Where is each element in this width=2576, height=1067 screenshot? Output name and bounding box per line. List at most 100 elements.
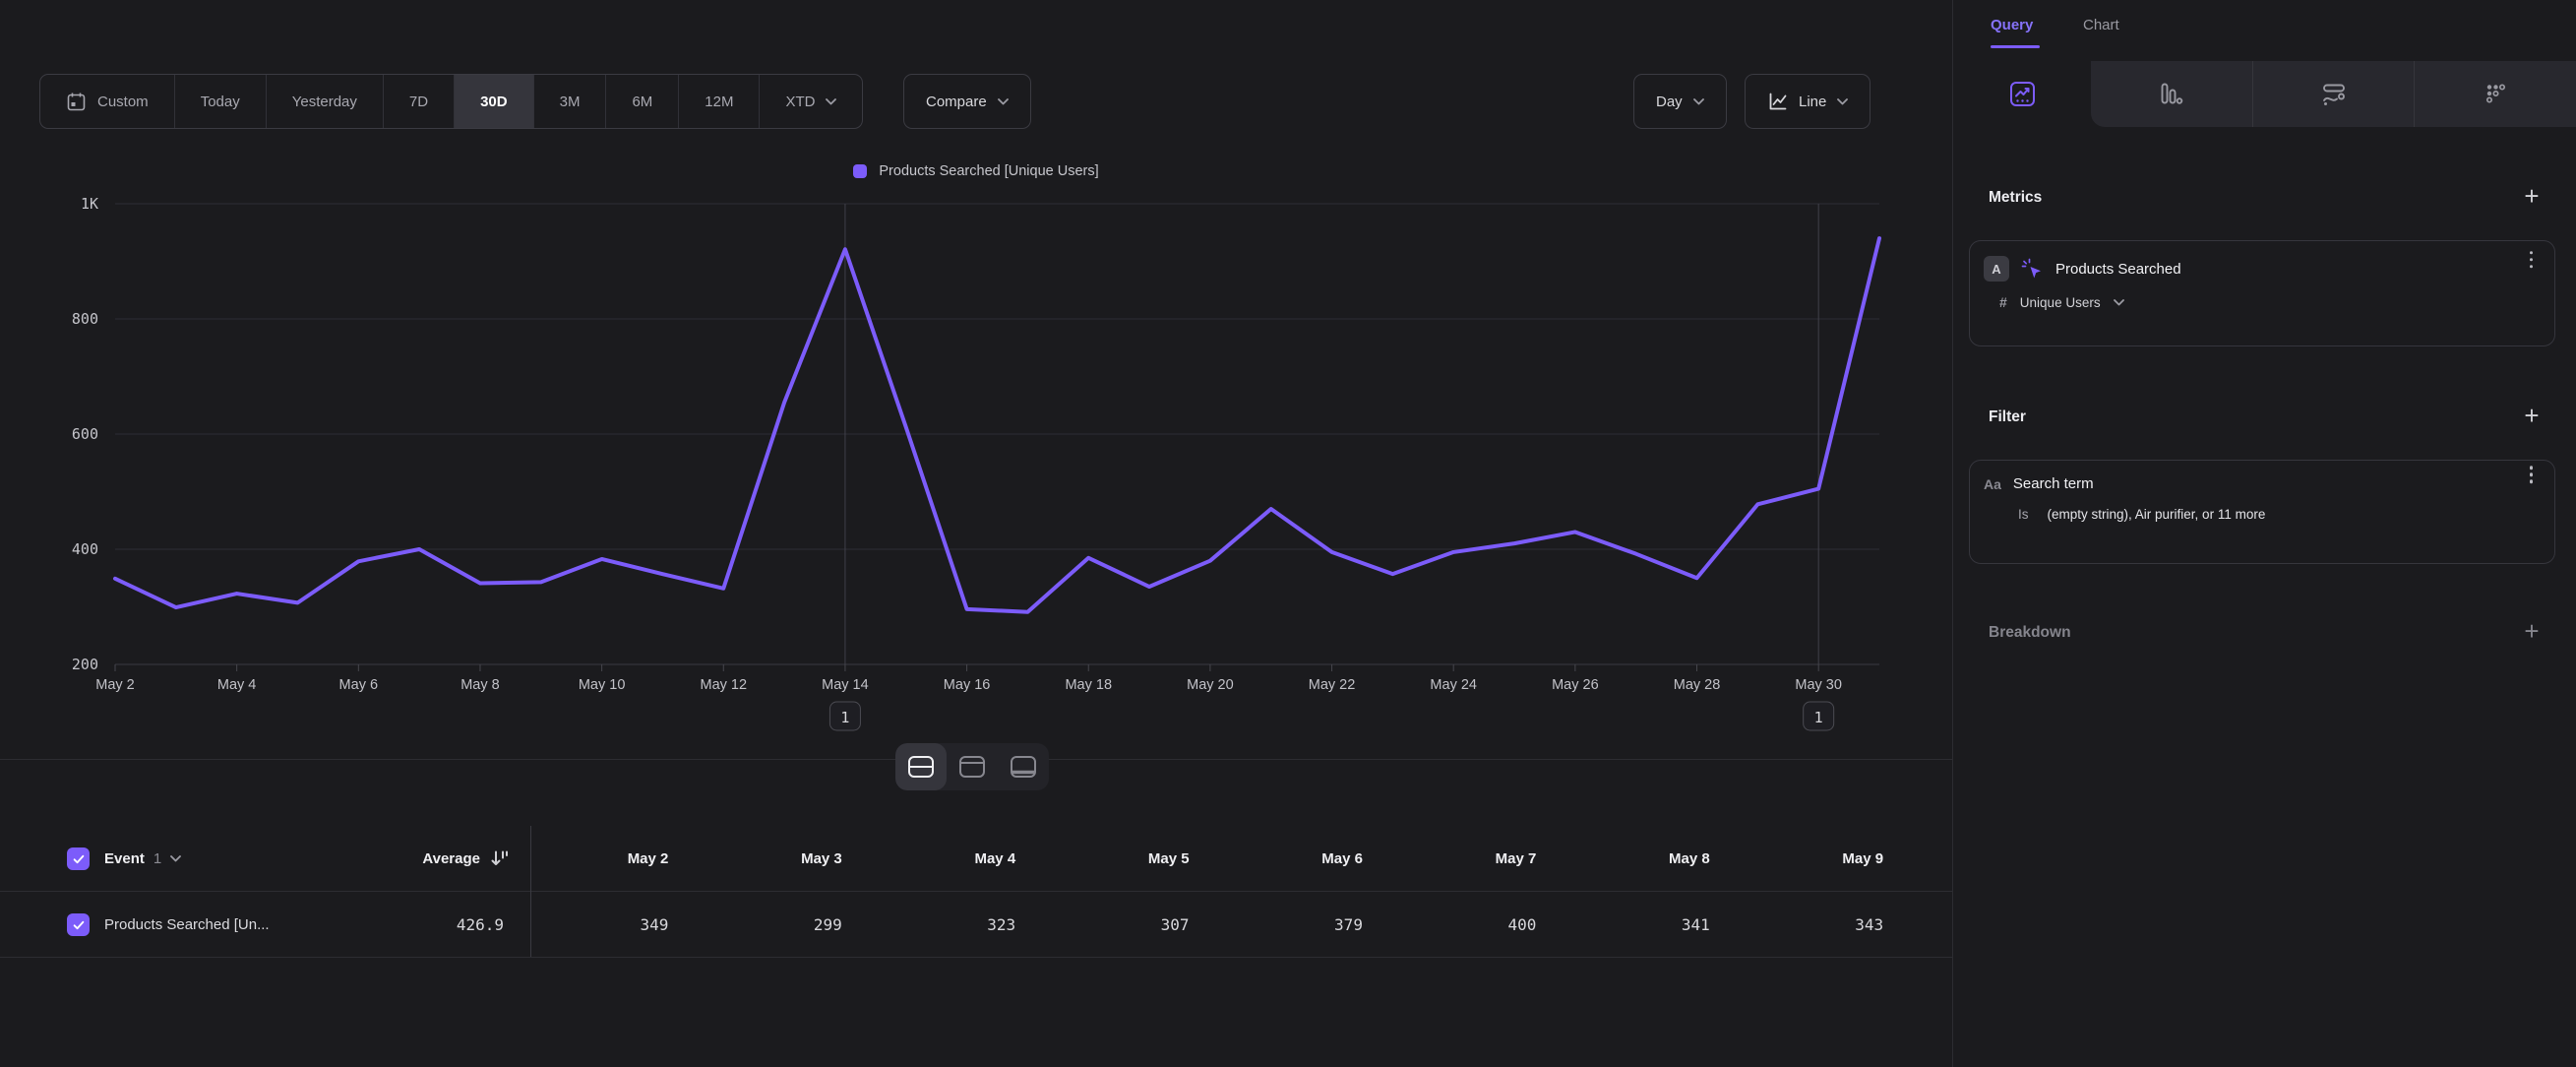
date-range-7d[interactable]: 7D (384, 75, 455, 128)
date-range-30d[interactable]: 30D (455, 75, 534, 128)
report-type-retention[interactable] (2414, 61, 2576, 127)
table-cell-value: 307 (1015, 892, 1189, 957)
x-axis-label: May 10 (579, 677, 626, 693)
x-axis-label: May 26 (1552, 677, 1599, 693)
query-sidebar: Query Chart (1952, 0, 2576, 1067)
x-axis-label: May 22 (1309, 677, 1356, 693)
string-property-icon: Aa (1984, 476, 2001, 492)
date-column-headers: May 2May 3May 4May 5May 6May 7May 8May 9 (495, 826, 1883, 891)
aggregation-symbol: # (1999, 294, 2007, 310)
filter-condition-row[interactable]: Is (empty string), Air purifier, or 11 m… (1970, 492, 2554, 522)
date-column-header[interactable]: May 3 (668, 826, 841, 891)
y-axis-label: 1K (81, 195, 98, 213)
layout-chart-only-button[interactable] (947, 743, 998, 790)
annotation-badge-label: 1 (840, 709, 849, 726)
calendar-icon (66, 92, 87, 112)
x-axis-label: May 2 (95, 677, 135, 693)
table-header-row: Event 1 Average May 2May 3May 4May 5May … (0, 826, 1952, 892)
breakdown-heading: Breakdown (1989, 624, 2071, 642)
chevron-down-icon (2114, 299, 2124, 306)
chevron-down-icon (1693, 98, 1704, 105)
metric-aggregation-row[interactable]: # Unique Users (1970, 282, 2554, 310)
compare-label: Compare (926, 94, 987, 110)
average-header-label: Average (422, 850, 480, 867)
date-column-header[interactable]: May 8 (1536, 826, 1709, 891)
retention-icon (2484, 82, 2508, 106)
date-column-header[interactable]: May 9 (1710, 826, 1883, 891)
tab-chart-label: Chart (2083, 17, 2119, 33)
report-type-funnels[interactable] (2091, 61, 2252, 127)
table-cell-value: 349 (495, 892, 668, 957)
chevron-down-icon (826, 98, 836, 105)
y-axis-label: 800 (72, 310, 98, 328)
x-axis-label: May 30 (1795, 677, 1842, 693)
aggregation-label: Unique Users (2020, 295, 2101, 310)
x-axis-label: May 6 (339, 677, 379, 693)
date-range-custom[interactable]: Custom (40, 75, 175, 128)
filter-heading: Filter (1989, 408, 2026, 426)
row-series-label[interactable]: Products Searched [Un... (104, 892, 270, 957)
event-column-header[interactable]: Event 1 (104, 826, 181, 891)
layout-split-view-button[interactable] (895, 743, 947, 790)
x-axis-label: May 24 (1430, 677, 1477, 693)
date-range-xtd[interactable]: XTD (760, 75, 862, 128)
filter-row: Aa Search term (1970, 461, 2554, 492)
table-cell-value: 379 (1190, 892, 1363, 957)
x-axis-label: May 18 (1065, 677, 1112, 693)
chart-type-button[interactable]: Line (1745, 74, 1871, 129)
metric-event-name[interactable]: Products Searched (2055, 261, 2181, 278)
metric-card[interactable]: A Products Searched # Unique Users (1969, 240, 2555, 346)
tab-chart[interactable]: Chart (2083, 17, 2119, 61)
x-axis-label: May 20 (1187, 677, 1234, 693)
filter-values-summary: (empty string), Air purifier, or 11 more (2048, 507, 2266, 522)
date-column-header[interactable]: May 5 (1015, 826, 1189, 891)
x-axis-label: May 8 (460, 677, 500, 693)
date-column-header[interactable]: May 6 (1190, 826, 1363, 891)
flows-icon (2321, 82, 2347, 107)
y-axis-label: 200 (72, 656, 98, 673)
add-breakdown-button[interactable]: + (2517, 618, 2546, 644)
layout-table-only-button[interactable] (998, 743, 1049, 790)
date-range-today[interactable]: Today (175, 75, 267, 128)
report-type-insights[interactable] (1953, 61, 2091, 127)
date-range-3m[interactable]: 3M (534, 75, 607, 128)
x-axis-label: May 28 (1674, 677, 1721, 693)
date-column-header[interactable]: May 4 (842, 826, 1015, 891)
date-column-header[interactable]: May 2 (495, 826, 668, 891)
filter-property-name[interactable]: Search term (2013, 475, 2094, 492)
table-data-row: Products Searched [Un... 426.9 349299323… (0, 892, 1952, 958)
report-type-group (2091, 61, 2576, 127)
event-count: 1 (153, 850, 161, 867)
granularity-button[interactable]: Day (1633, 74, 1727, 129)
select-all-checkbox[interactable] (67, 847, 90, 870)
x-axis-label: May 12 (700, 677, 747, 693)
metrics-heading: Metrics (1989, 189, 2042, 207)
active-tab-underline (1991, 45, 2040, 48)
chevron-down-icon (1837, 98, 1848, 105)
filter-card[interactable]: Aa Search term Is (empty string), Air pu… (1969, 460, 2555, 564)
x-axis-label: May 4 (217, 677, 257, 693)
date-range-6m[interactable]: 6M (606, 75, 679, 128)
event-header-label: Event (104, 850, 145, 867)
add-filter-button[interactable]: + (2517, 403, 2546, 428)
table-cell-value: 400 (1363, 892, 1536, 957)
x-axis-label: May 16 (944, 677, 991, 693)
add-metric-button[interactable]: + (2517, 183, 2546, 209)
table-cell-value: 323 (842, 892, 1015, 957)
date-range-12m[interactable]: 12M (679, 75, 760, 128)
breakdown-table: Event 1 Average May 2May 3May 4May 5May … (0, 826, 1952, 958)
table-column-divider (530, 826, 531, 957)
line-chart-icon (1767, 92, 1788, 112)
line-chart: 2004006008001KMay 2May 4May 6May 8May 10… (0, 138, 1929, 758)
annotation-badge-label: 1 (1814, 709, 1823, 726)
tab-query[interactable]: Query (1991, 17, 2040, 61)
table-cell-value: 343 (1710, 892, 1883, 957)
row-checkbox[interactable] (67, 913, 90, 936)
x-axis-label: May 14 (822, 677, 869, 693)
report-type-flows[interactable] (2252, 61, 2415, 127)
metric-options-menu-icon[interactable] (2526, 247, 2538, 273)
date-range-yesterday[interactable]: Yesterday (267, 75, 384, 128)
filter-options-menu-icon[interactable] (2526, 462, 2538, 487)
date-column-header[interactable]: May 7 (1363, 826, 1536, 891)
compare-button[interactable]: Compare (903, 74, 1031, 129)
